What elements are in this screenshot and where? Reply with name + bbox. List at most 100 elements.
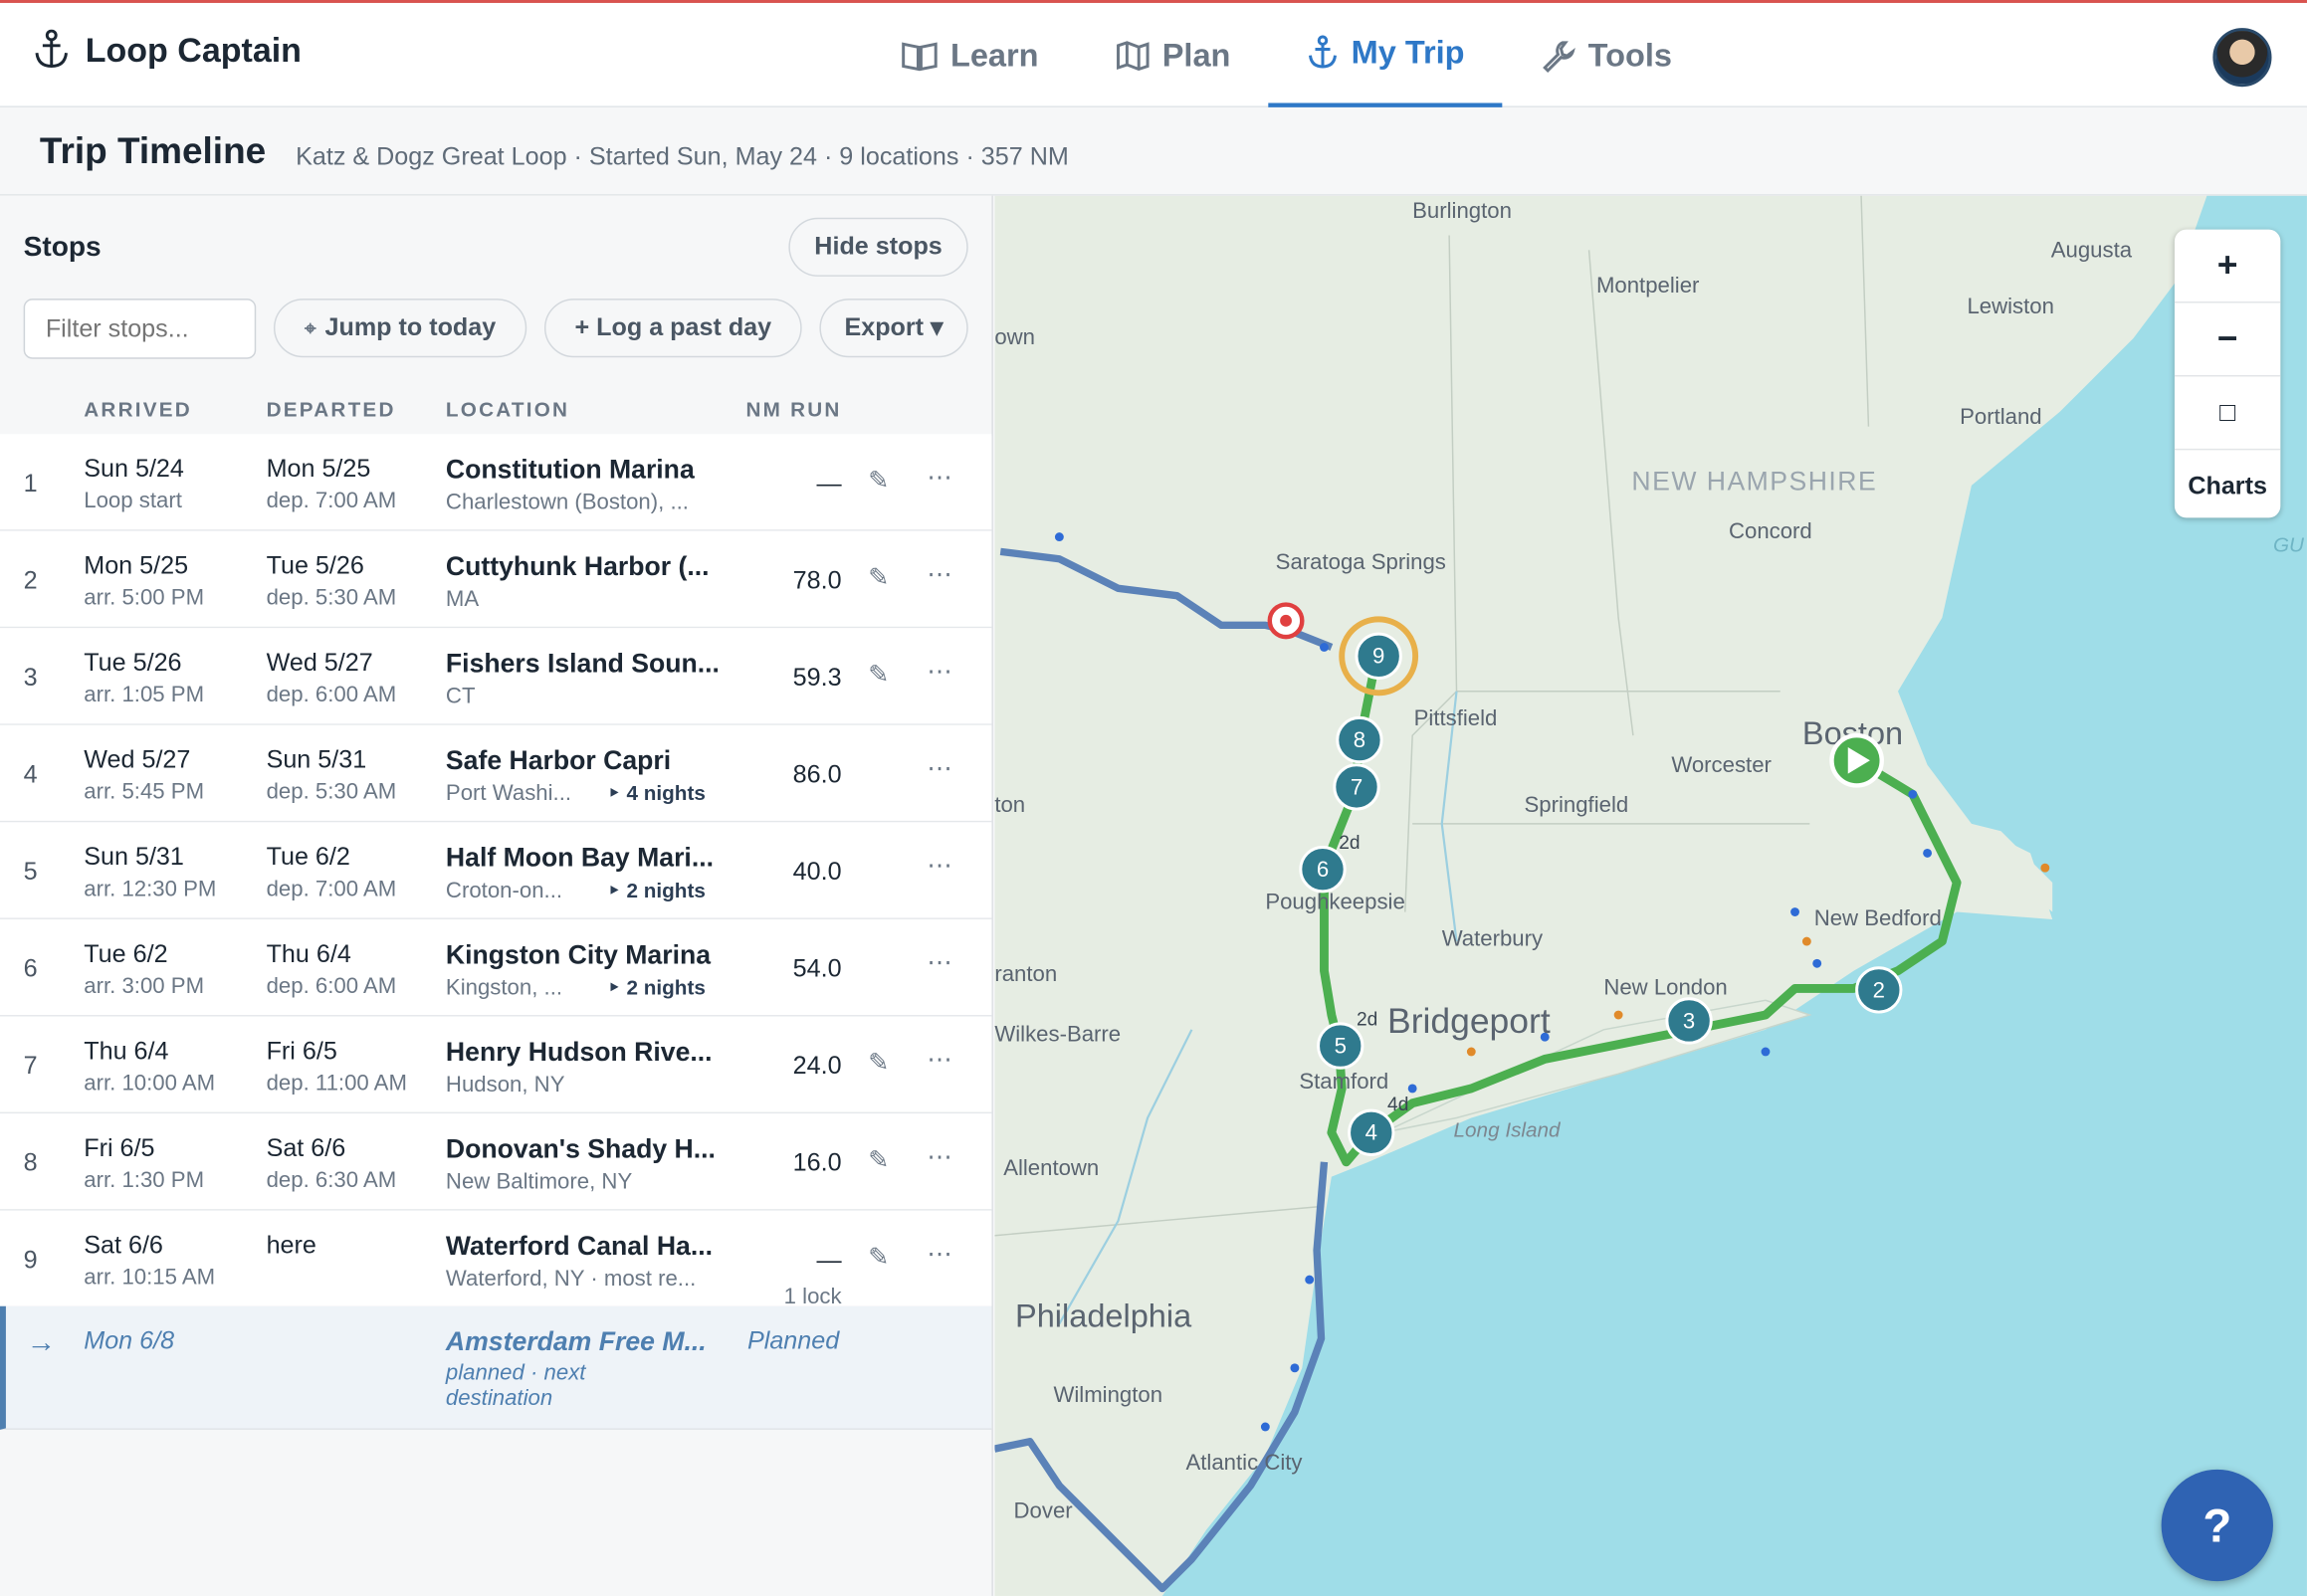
export-button[interactable]: Export ▾ [819,299,968,358]
stop-marker-label: 6 [1317,857,1329,882]
nav-label: My Trip [1351,34,1465,71]
nights-badge[interactable]: ‣ 2 nights [608,975,706,1000]
map-label: New London [1603,974,1727,999]
location-cell[interactable]: Waterford Canal Ha... Waterford, NY · mos… [446,1231,733,1292]
more-icon[interactable]: ⋯ [927,949,951,979]
map-canvas[interactable]: Burlington Montpelier Augusta Lewiston P… [994,195,2307,1596]
avatar[interactable] [2212,28,2272,88]
departed-cell: Sun 5/31 dep. 5:30 AM [267,745,397,804]
map-label: Waterbury [1442,926,1544,951]
jump-to-today-button[interactable]: ⌖ Jump to today [273,299,527,358]
arrived-cell: Sat 6/6 arr. 10:15 AM [84,1231,215,1290]
more-icon[interactable]: ⋯ [927,560,951,590]
map-label: Dover [1014,1498,1074,1523]
stop-index: 3 [23,663,38,692]
location-cell[interactable]: Fishers Island Soun... CT [446,649,733,709]
arrived-time: arr. 3:00 PM [84,973,205,999]
filter-stops-input[interactable] [23,299,257,359]
table-row[interactable]: 7 Thu 6/4 arr. 10:00 AM Fri 6/5 dep. 11:00 A… [0,1016,992,1114]
more-icon[interactable]: ⋯ [927,1143,951,1173]
nights-badge[interactable]: ‣ 4 nights [608,781,706,806]
book-icon [902,41,938,71]
map-label: Stamford [1299,1069,1388,1094]
arrived-date: Fri 6/5 [84,1133,155,1162]
map-label: Portland [1960,404,2042,429]
nm-run-cell: 24.0 [793,1052,842,1082]
page-title: Trip Timeline [39,130,267,172]
departed-date: Tue 6/2 [266,843,350,872]
more-icon[interactable]: ⋯ [927,852,951,882]
arrived-cell: Sun 5/31 arr. 12:30 PM [84,843,216,901]
edit-icon[interactable]: ✎ [868,1049,889,1079]
zoom-in-button[interactable]: + [2174,230,2281,303]
table-row[interactable]: 5 Sun 5/31 arr. 12:30 PM Tue 6/2 dep. 7:00 A… [0,822,992,919]
map-label: Saratoga Springs [1276,549,1446,574]
departed-time: dep. 7:00 AM [266,488,397,513]
nav-my-trip[interactable]: My Trip [1268,3,1503,107]
planned-stop-row[interactable]: → Mon 6/8 Amsterdam Free M... planned · … [0,1305,992,1430]
stop-marker-label: 5 [1335,1033,1347,1058]
fullscreen-button[interactable]: □ [2174,376,2281,451]
edit-icon[interactable]: ✎ [868,1243,889,1273]
more-icon[interactable]: ⋯ [927,1240,951,1270]
table-row[interactable]: 6 Tue 6/2 arr. 3:00 PM Thu 6/4 dep. 6:00 AM K… [0,918,992,1017]
help-button[interactable]: ? [2161,1469,2273,1582]
table-row[interactable]: 4 Wed 5/27 arr. 5:45 PM Sun 5/31 dep. 5:30 A… [0,724,992,823]
nav-tools[interactable]: Tools [1503,3,1710,107]
nm-value: 86.0 [792,760,842,789]
map-label: Augusta [2051,238,2133,263]
charts-button[interactable]: Charts [2175,450,2280,521]
col-location[interactable]: LOCATION [446,397,569,421]
stop-index: 5 [23,857,38,886]
arrived-time: arr. 1:30 PM [84,1167,205,1193]
planned-location-name: Amsterdam Free M... [445,1326,707,1356]
arrived-time: arr. 5:45 PM [84,779,205,805]
edit-icon[interactable]: ✎ [868,467,889,497]
nav-label: Learn [949,36,1039,74]
nm-value: 78.0 [792,566,842,595]
table-row[interactable]: 2 Mon 5/25 arr. 5:00 PM Tue 5/26 dep. 5:30 A… [0,530,992,629]
departed-date: Thu 6/4 [266,939,351,968]
table-row[interactable]: 1 Sun 5/24 Loop start Mon 5/25 dep. 7:00 AM C… [0,434,992,531]
location-cell[interactable]: Constitution Marina Charlestown (Boston),… [446,455,733,515]
more-icon[interactable]: ⋯ [927,1046,951,1076]
col-nm-run[interactable]: NM RUN [745,397,841,421]
nights-badge[interactable]: ‣ 2 nights [608,879,706,903]
log-past-day-button[interactable]: + Log a past day [543,299,802,358]
nm-value: 16.0 [792,1148,842,1177]
table-row[interactable]: 3 Tue 5/26 arr. 1:05 PM Wed 5/27 dep. 6:00 A… [0,628,992,725]
arrived-date: Tue 5/26 [84,648,182,678]
arrived-cell: Thu 6/4 arr. 10:00 AM [84,1037,215,1096]
map-label: Wilmington [1053,1382,1162,1407]
more-icon[interactable]: ⋯ [927,658,951,688]
departed-cell: Sat 6/6 dep. 6:30 AM [267,1134,397,1193]
nav-learn[interactable]: Learn [862,3,1077,107]
more-icon[interactable]: ⋯ [927,754,951,784]
location-cell[interactable]: Henry Hudson Rive... Hudson, NY [446,1037,733,1097]
departed-time: dep. 7:00 AM [266,877,397,902]
table-row[interactable]: 9 Sat 6/6 arr. 10:15 AM here Waterford Canal… [0,1210,992,1309]
table-row[interactable]: 8 Fri 6/5 arr. 1:30 PM Sat 6/6 dep. 6:30 AM D… [0,1113,992,1211]
nav-plan[interactable]: Plan [1077,3,1269,107]
edit-icon[interactable]: ✎ [868,661,889,691]
col-departed[interactable]: DEPARTED [267,397,396,421]
edit-icon[interactable]: ✎ [868,563,889,593]
zoom-out-button[interactable]: − [2174,303,2281,377]
hide-stops-button[interactable]: Hide stops [788,217,968,277]
location-cell[interactable]: Donovan's Shady H... New Baltimore, NY [446,1134,733,1195]
nm-run-cell: 78.0 [793,566,842,596]
brand[interactable]: Loop Captain [33,29,302,71]
stops-heading: Stops [23,232,102,264]
top-bar: Loop Captain Learn Plan My Trip Tools [0,0,2307,107]
departed-date: Fri 6/5 [266,1037,337,1066]
map-controls: + − □ Charts [2174,229,2281,521]
map-label: Atlantic City [1186,1450,1304,1475]
trip-map[interactable]: Burlington Montpelier Augusta Lewiston P… [994,195,2307,1596]
main-nav: Learn Plan My Trip Tools [862,3,1710,107]
departed-cell: here [267,1231,316,1265]
nav-label: Plan [1161,36,1231,74]
location-cell[interactable]: Cuttyhunk Harbor (... MA [446,551,733,612]
col-arrived[interactable]: ARRIVED [84,397,192,421]
edit-icon[interactable]: ✎ [868,1146,889,1176]
more-icon[interactable]: ⋯ [927,464,951,494]
